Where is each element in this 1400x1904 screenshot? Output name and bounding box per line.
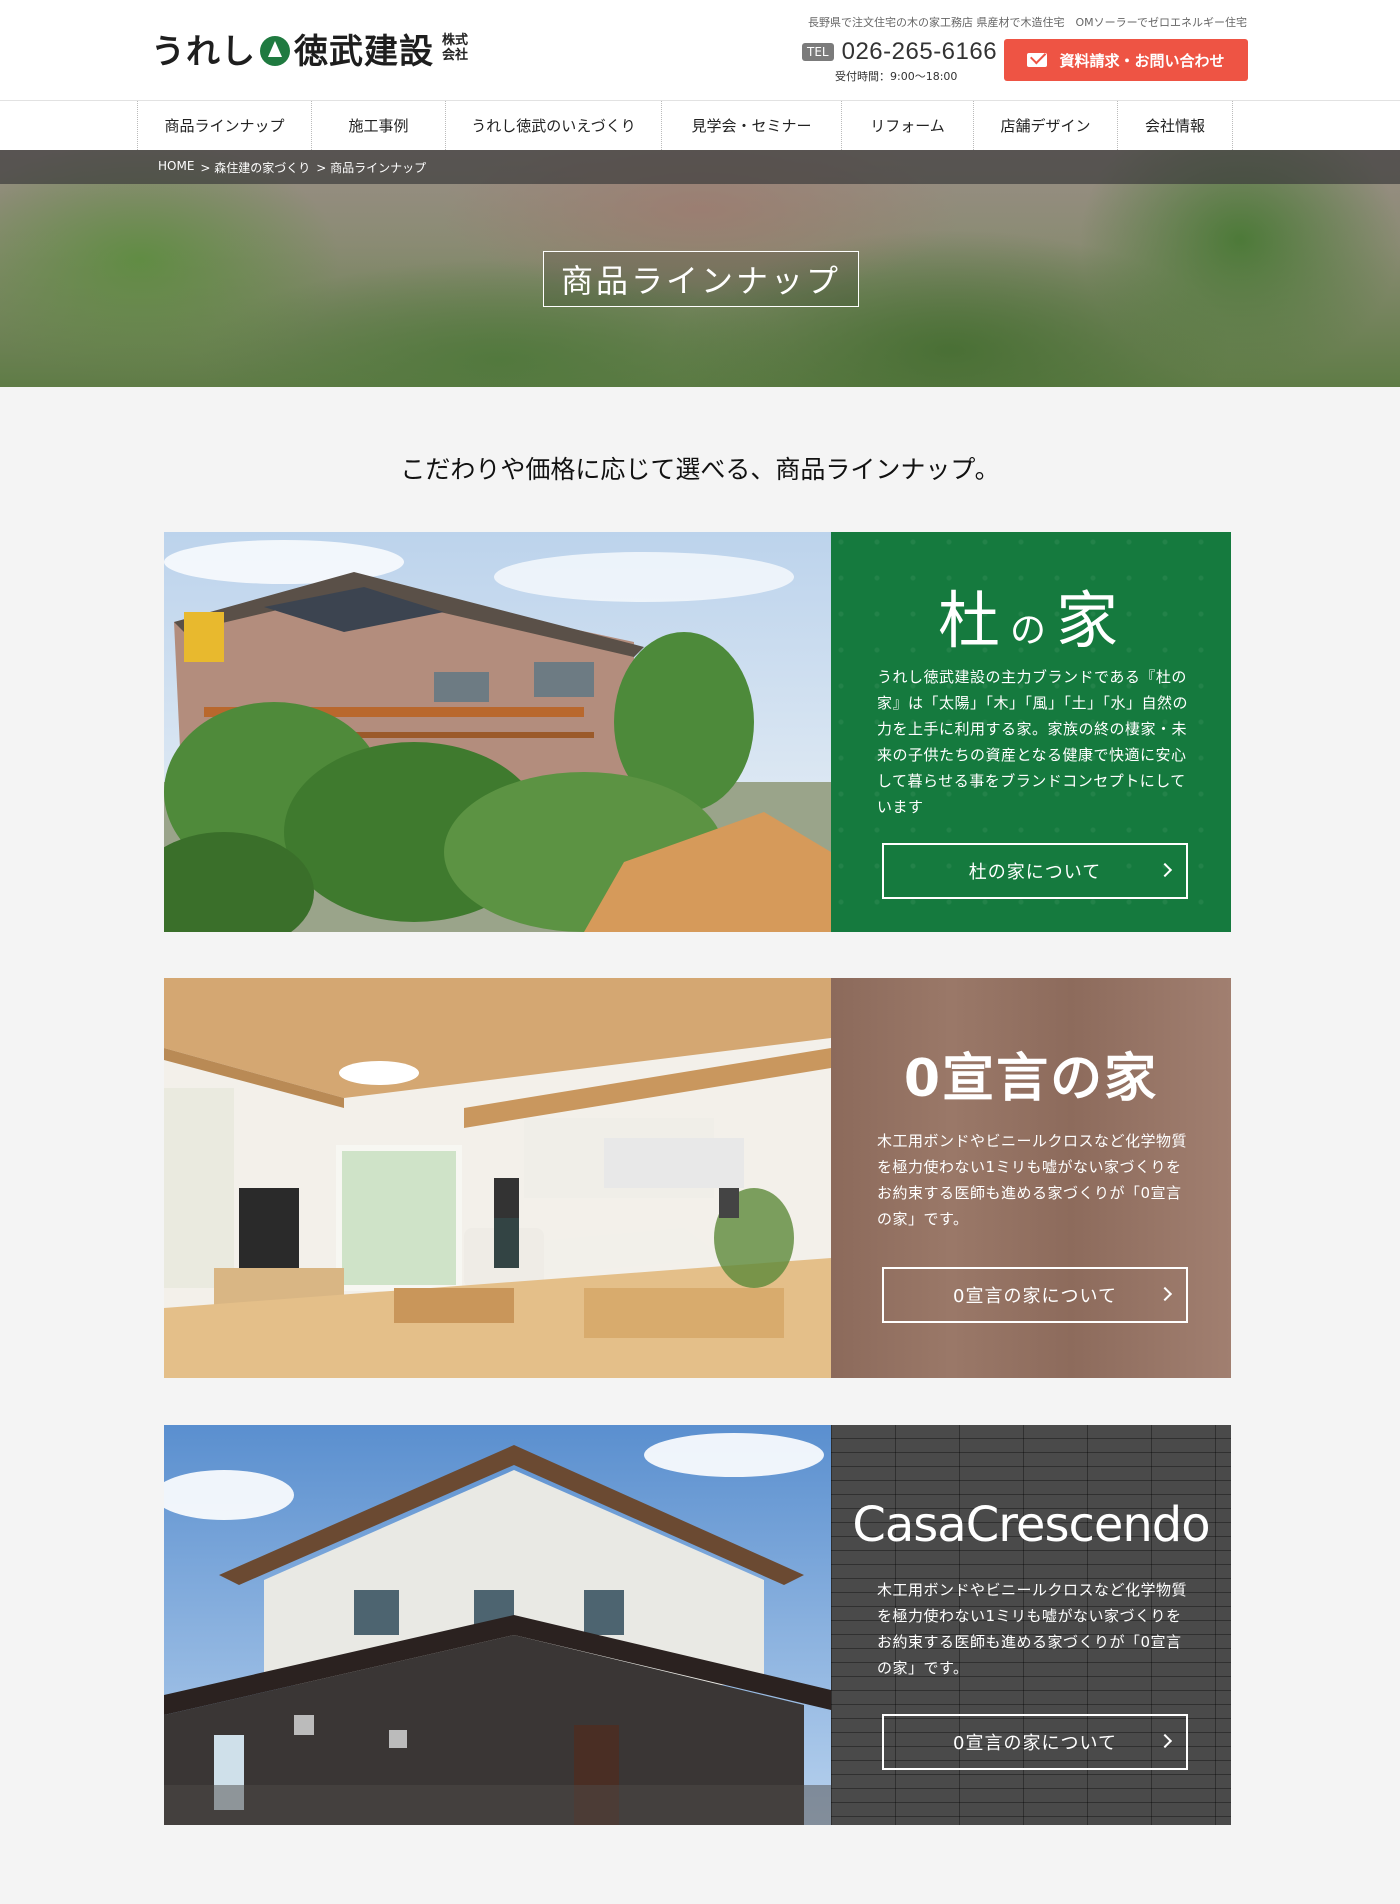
nav-label: うれし徳武のいえづくり (471, 117, 636, 135)
breadcrumb-current: > 商品ラインナップ (316, 161, 427, 175)
phone-number[interactable]: 026-265-6166 (842, 38, 997, 66)
casa-description: 木工用ボンドやビニールクロスなど化学物質を極力使わない1ミリも嘘がない家づくりを… (877, 1581, 1188, 1677)
chevron-right-icon (1157, 862, 1173, 878)
casa-detail-label: 0宣言の家について (953, 1733, 1117, 1754)
logo-text-ureshi: うれし (151, 31, 256, 72)
zero-info-panel: 0宣言の家 木工用ボンドやビニールクロスなど化学物質を極力使わない1ミリも嘘がな… (831, 978, 1231, 1378)
breadcrumb-mori[interactable]: > 森住建の家づくり (200, 159, 310, 176)
casa-house-photo (164, 1425, 831, 1825)
header-tagline: 長野県で注文住宅の木の家工務店 県産材で木造住宅 OMソーラーでゼロエネルギー住… (808, 16, 1247, 29)
contact-button[interactable]: 資料請求・お問い合わせ (1004, 39, 1248, 81)
nav-item-iezukuri[interactable]: うれし徳武のいえづくり (446, 101, 662, 150)
tree-logo-icon (260, 36, 290, 66)
zero-house-photo (164, 978, 831, 1378)
business-hours: 受付時間：9:00〜18:00 (835, 70, 958, 83)
casa-detail-button[interactable]: 0宣言の家について (882, 1714, 1188, 1770)
page-title: 商品ラインナップ (543, 251, 859, 307)
mail-icon (1027, 53, 1048, 67)
mori-description: うれし徳武建設の主力ブランドである『杜の家』は「太陽」「木」「風」「土」「水」自… (877, 668, 1189, 816)
nav-label: リフォーム (870, 117, 945, 135)
page-hero: HOME > 森住建の家づくり > 商品ラインナップ 商品ラインナップ (0, 150, 1400, 387)
nav-item-works[interactable]: 施工事例 (312, 101, 446, 150)
logo-text-tokutake: 徳武建設 (294, 31, 434, 72)
chevron-right-icon (1157, 1286, 1173, 1302)
product-card-casa: CasaCrescendo 木工用ボンドやビニールクロスなど化学物質を極力使わな… (164, 1425, 1231, 1825)
brand-char: 家 (1056, 584, 1125, 657)
site-header: うれし 徳武建設 株式会社 長野県で注文住宅の木の家工務店 県産材で木造住宅 O… (0, 0, 1400, 101)
nav-label: 店舗デザイン (1000, 117, 1091, 135)
brand-char: 杜 (937, 584, 1006, 657)
nav-item-lineup[interactable]: 商品ラインナップ (138, 101, 312, 150)
product-card-mori: 杜の家 うれし徳武建設の主力ブランドである『杜の家』は「太陽」「木」「風」「土」… (164, 532, 1231, 932)
intro-heading: こだわりや価格に応じて選べる、商品ラインナップ。 (400, 455, 1000, 484)
contact-button-label: 資料請求・お問い合わせ (1059, 51, 1225, 70)
nav-item-events[interactable]: 見学会・セミナー (662, 101, 842, 150)
zero-detail-label: 0宣言の家について (953, 1286, 1117, 1307)
phone-block[interactable]: TEL 026-265-6166 (802, 38, 997, 66)
nav-label: 施工事例 (348, 117, 409, 135)
nav-item-shop-design[interactable]: 店舗デザイン (974, 101, 1118, 150)
tel-badge: TEL (802, 43, 834, 61)
nav-item-company[interactable]: 会社情報 (1118, 101, 1233, 150)
nav-label: 会社情報 (1144, 117, 1205, 135)
brand-char: の (1009, 610, 1052, 651)
main-nav: 商品ラインナップ 施工事例 うれし徳武のいえづくり 見学会・セミナー リフォーム… (0, 101, 1400, 150)
company-logo[interactable]: うれし 徳武建設 株式会社 (151, 26, 470, 72)
product-card-zero: 0宣言の家 木工用ボンドやビニールクロスなど化学物質を極力使わない1ミリも嘘がな… (164, 978, 1231, 1378)
zero-description: 木工用ボンドやビニールクロスなど化学物質を極力使わない1ミリも嘘がない家づくりを… (877, 1132, 1188, 1228)
nav-item-reform[interactable]: リフォーム (842, 101, 974, 150)
mori-brand-logo: 杜の家 (831, 570, 1231, 660)
zero-brand-logo: 0宣言の家 (903, 1049, 1159, 1109)
logo-kabushikigaisha: 株式会社 (441, 33, 468, 63)
zero-detail-button[interactable]: 0宣言の家について (882, 1267, 1188, 1323)
chevron-right-icon (1157, 1733, 1173, 1749)
mori-detail-button[interactable]: 杜の家について (882, 843, 1188, 899)
breadcrumb: HOME > 森住建の家づくり > 商品ラインナップ (158, 159, 432, 176)
mori-house-photo (164, 532, 831, 932)
mori-info-panel: 杜の家 うれし徳武建設の主力ブランドである『杜の家』は「太陽」「木」「風」「土」… (831, 532, 1231, 932)
mori-detail-label: 杜の家について (968, 862, 1102, 883)
casa-info-panel: CasaCrescendo 木工用ボンドやビニールクロスなど化学物質を極力使わな… (831, 1425, 1231, 1825)
nav-label: 商品ラインナップ (164, 117, 285, 135)
nav-label: 見学会・セミナー (691, 117, 812, 135)
breadcrumb-home[interactable]: HOME (158, 159, 194, 176)
casa-brand-logo: CasaCrescendo (852, 1497, 1210, 1553)
